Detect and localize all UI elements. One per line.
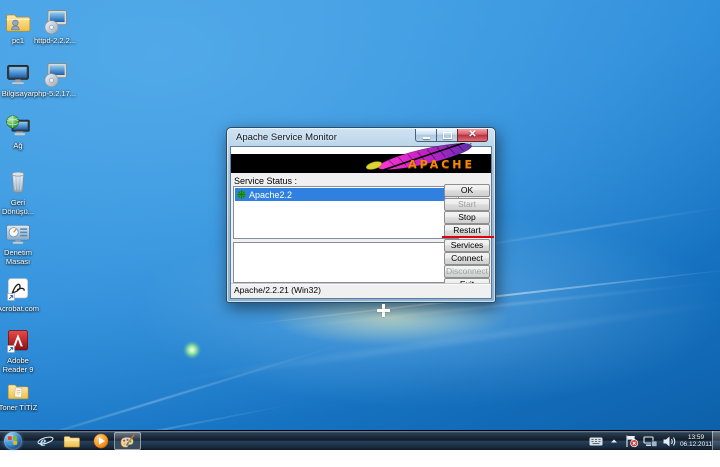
icon-label: Ağ: [0, 142, 40, 151]
icon-label: Denetim Masası: [0, 249, 40, 266]
folder-icon: [5, 379, 31, 403]
action-center-flag-icon[interactable]: [624, 434, 639, 448]
media-player-icon: [93, 433, 109, 449]
apache-wordmark: APACHE: [408, 158, 475, 171]
acrobat-icon: [4, 276, 32, 304]
service-list-item[interactable]: Apache2.2: [235, 188, 445, 201]
wallpaper-streak: [143, 295, 720, 388]
windows-logo-icon: [8, 436, 18, 446]
wallpaper-sparkle: [183, 341, 201, 359]
desktop-icon-toner-folder[interactable]: Toner TİTİZ: [0, 379, 40, 413]
shared-folder-icon: [4, 8, 32, 36]
installer-package-icon: [41, 8, 69, 36]
desktop-icon-php-installer[interactable]: php-5.2.17...: [33, 61, 77, 99]
paint-icon: [119, 434, 136, 449]
taskbar-paint-button[interactable]: [114, 432, 141, 450]
svg-text:e: e: [39, 434, 45, 450]
desktop-icon-httpd-installer[interactable]: httpd-2.2.2...: [33, 8, 77, 46]
system-tray: 13:59 06.12.2011: [589, 431, 712, 451]
window-status-bar: Apache/2.2.21 (Win32): [231, 283, 491, 298]
taskbar-explorer-button[interactable]: [61, 432, 83, 450]
start-button[interactable]: Start: [444, 198, 490, 211]
window-title: Apache Service Monitor: [236, 128, 337, 147]
window-client-area: APACHE Service Status : Apache2.2 ▲ ▼ ▲ …: [231, 147, 491, 298]
network-icon: [4, 113, 32, 141]
folder-icon: [63, 434, 81, 449]
icon-label: Adobe Reader 9: [0, 357, 40, 374]
services-button[interactable]: Services: [444, 239, 490, 252]
network-status-icon[interactable]: [643, 435, 658, 448]
restart-annotation-underline: [442, 236, 494, 238]
desktop-icon-recycle-bin[interactable]: Geri Dönüşü...: [0, 166, 40, 216]
taskbar: e: [0, 430, 720, 450]
icon-label: Acrobat.com: [0, 305, 40, 314]
remote-service-list[interactable]: ▲ ▼: [233, 242, 459, 283]
icon-label: httpd-2.2.2...: [33, 37, 77, 46]
clock-date: 06.12.2011: [680, 441, 712, 449]
close-button[interactable]: ✕: [457, 129, 488, 142]
close-icon: ✕: [468, 130, 476, 140]
taskbar-clock[interactable]: 13:59 06.12.2011: [680, 434, 712, 449]
maximize-icon: [443, 132, 452, 139]
desktop-icon-adobe-reader[interactable]: Adobe Reader 9: [0, 328, 40, 374]
connect-button[interactable]: Connect: [444, 252, 490, 265]
service-running-icon: [237, 190, 246, 199]
internet-explorer-icon: e: [37, 433, 54, 450]
desktop-icon-acrobat-com[interactable]: Acrobat.com: [0, 276, 40, 314]
control-panel-icon: [4, 220, 32, 248]
adobe-reader-icon: [4, 328, 32, 356]
ok-button[interactable]: OK: [444, 184, 490, 197]
recycle-bin-icon: [4, 166, 32, 198]
computer-icon: [4, 61, 32, 89]
service-status-label: Service Status :: [234, 176, 297, 186]
status-bar-text: Apache/2.2.21 (Win32): [231, 284, 491, 297]
show-hidden-icons-chevron-icon[interactable]: [608, 436, 620, 446]
taskbar-media-player-button[interactable]: [90, 432, 112, 450]
desktop-icon-control-panel[interactable]: Denetim Masası: [0, 220, 40, 266]
minimize-icon: [423, 137, 430, 139]
clock-time: 13:59: [680, 434, 712, 442]
service-list[interactable]: Apache2.2 ▲ ▼: [233, 186, 459, 239]
language-keyboard-icon[interactable]: [589, 435, 603, 447]
stop-button[interactable]: Stop: [444, 211, 490, 224]
show-desktop-button[interactable]: [712, 431, 720, 451]
desktop-icon-network[interactable]: Ağ: [0, 113, 40, 151]
maximize-button[interactable]: [436, 129, 457, 142]
taskbar-internet-explorer-button[interactable]: e: [34, 432, 56, 450]
installer-package-icon: [41, 61, 69, 89]
start-button[interactable]: [4, 432, 22, 450]
volume-icon[interactable]: [662, 435, 676, 448]
icon-label: php-5.2.17...: [33, 90, 77, 99]
minimize-button[interactable]: [415, 129, 436, 142]
service-name: Apache2.2: [249, 190, 292, 200]
apache-service-monitor-window: Apache Service Monitor ✕ APACHE Service …: [226, 127, 496, 303]
disconnect-button[interactable]: Disconnect: [444, 265, 490, 278]
icon-label: Toner TİTİZ: [0, 404, 40, 413]
icon-label: Geri Dönüşü...: [0, 199, 40, 216]
